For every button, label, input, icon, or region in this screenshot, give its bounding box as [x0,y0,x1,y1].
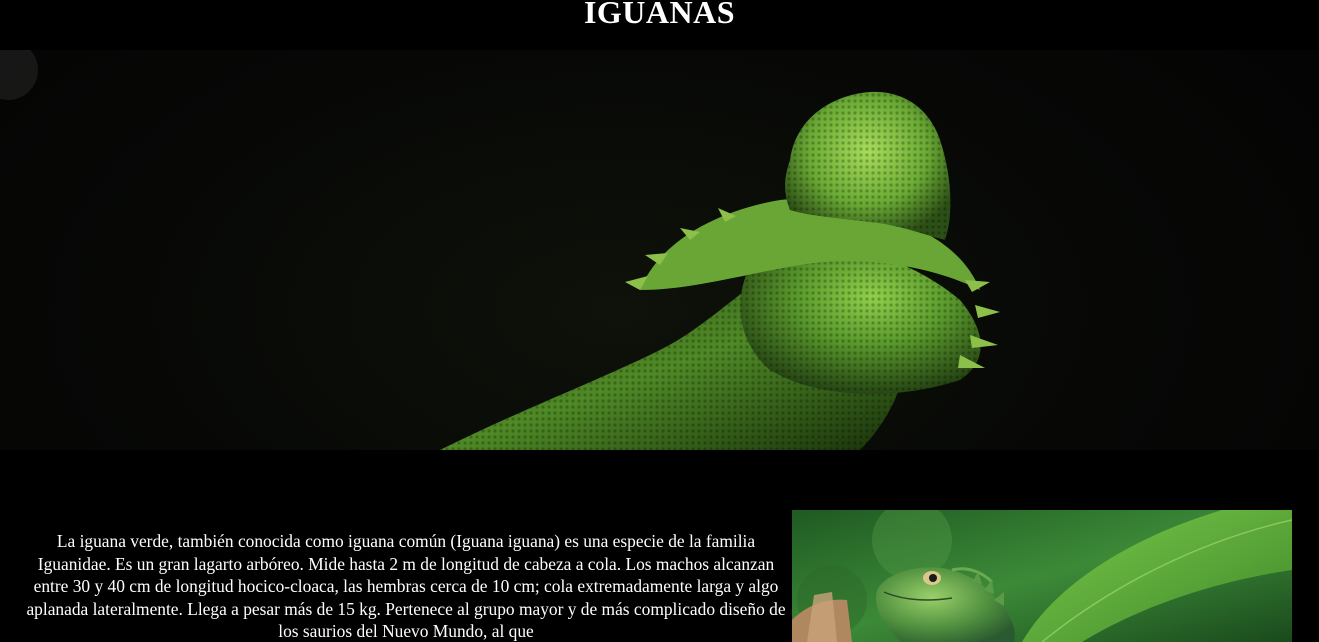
page: IGUANAS La iguana verde, también conocid… [0,0,1319,642]
page-title: IGUANAS [583,0,736,30]
article-section: La iguana verde, también conocida como i… [0,510,1319,642]
article-paragraph: La iguana verde, también conocida como i… [26,531,786,642]
hero-image [0,50,1319,450]
green-lizard-photo [792,510,1292,642]
side-image [792,510,1292,642]
iguana-photo [0,50,1000,450]
